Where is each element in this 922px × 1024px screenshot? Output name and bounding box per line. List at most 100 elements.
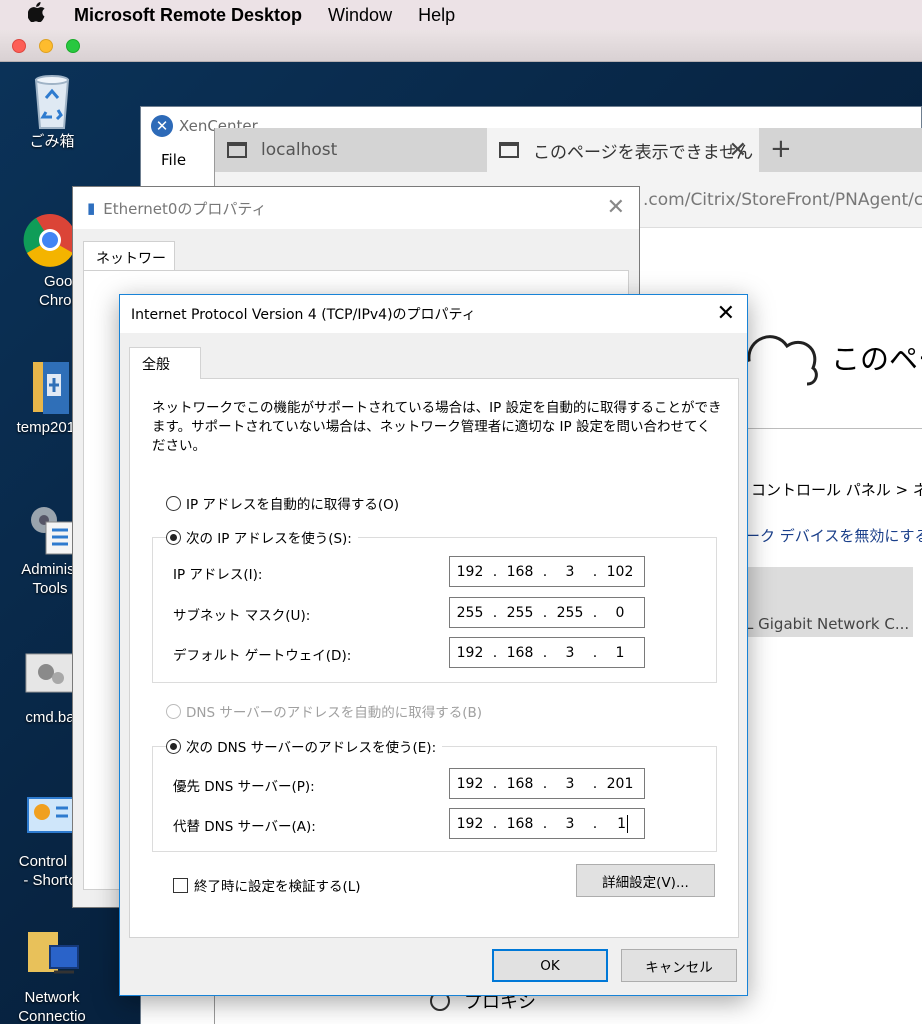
radio-label: 次の DNS サーバーのアドレスを使う(E): [186,740,437,756]
octet: 192 [456,563,484,580]
ip-address-label: IP アドレス(I): [173,567,263,583]
app-name-menu[interactable]: Microsoft Remote Desktop [74,5,302,26]
tab-general[interactable]: 全般 [129,347,201,379]
tab-label: localhost [261,140,338,160]
new-tab-icon[interactable]: + [770,134,792,164]
radio-button [166,738,181,754]
chrome-icon [22,212,78,268]
window-close-button[interactable] [12,39,26,53]
octet: 3 [565,815,575,832]
octet-separator: . [542,644,548,661]
window-minimize-button[interactable] [39,39,53,53]
octet: 255 [456,604,484,621]
xencenter-logo-icon: ✕ [151,115,173,137]
remote-desktop-titlebar[interactable] [0,30,922,62]
window-zoom-button[interactable] [66,39,80,53]
octet: 201 [606,775,634,792]
browser-tabstrip: localhost このページを表示できません ✕ + [215,128,922,172]
desktop-icon-recycle-bin[interactable]: ごみ箱 [2,72,102,151]
close-icon[interactable]: ✕ [717,301,735,326]
octet-separator: . [542,604,548,621]
octet: 192 [456,815,484,832]
apple-menu-icon[interactable] [27,2,48,28]
tab-page-error[interactable]: このページを表示できません ✕ [487,128,759,172]
octet-separator: . [542,563,548,580]
ethernet-dialog-titlebar[interactable]: ▮ Ethernet0のプロパティ [73,187,639,229]
default-gateway-field[interactable]: 192. 168. 3. 1 [449,637,645,668]
close-icon[interactable]: ✕ [607,195,625,220]
octet: 255 [556,604,584,621]
page-icon [499,142,519,158]
octet-separator: . [492,815,498,832]
ip-address-field[interactable]: 192. 168. 3. 102 [449,556,645,587]
disable-device-action[interactable]: ーク デバイスを無効にする [745,525,922,546]
tab-label: このページを表示できません [533,142,754,163]
octet-separator: . [592,644,598,661]
page-icon [227,142,247,158]
ok-button[interactable]: OK [492,949,608,982]
desktop-icon-label: Network Connectio [18,989,86,1024]
octet: 102 [606,563,634,580]
octet-separator: . [542,815,548,832]
octet: 1 [617,815,626,832]
radio-auto-ip[interactable]: IP アドレスを自動的に取得する(O) [166,493,406,513]
octet: 3 [565,644,575,661]
octet-separator: . [492,563,498,580]
mac-menubar: Microsoft Remote Desktop Window Help [0,0,922,30]
xencenter-menu-file[interactable]: File [161,151,186,169]
octet: 192 [456,775,484,792]
error-heading: このペー [831,342,922,376]
validate-on-exit-checkbox[interactable]: 終了時に設定を検証する(L) [173,875,361,895]
cancel-button[interactable]: キャンセル [621,949,737,982]
radio-manual-ip[interactable]: 次の IP アドレスを使う(S): [166,527,358,547]
octet: 168 [506,775,534,792]
octet-with-caret: 1 [600,814,640,833]
octet: 168 [506,815,534,832]
breadcrumb[interactable]: コントロール パネル > ネッ [751,479,922,500]
octet: 1 [615,644,625,661]
checkbox [173,877,188,893]
octet-separator: . [492,775,498,792]
network-adapter-item[interactable]: L Gigabit Network C... [725,567,913,637]
url-text: .com/Citrix/StoreFront/PNAgent/con [643,190,922,210]
admin-tools-icon [22,500,78,556]
radio-button [166,495,181,511]
menu-window[interactable]: Window [328,5,392,26]
batch-file-icon [22,648,78,704]
subnet-mask-field[interactable]: 255. 255. 255. 0 [449,597,645,628]
tab-network[interactable]: ネットワーク [83,241,175,287]
tab-localhost[interactable]: localhost [215,128,487,172]
default-gateway-label: デフォルト ゲートウェイ(D): [173,648,352,664]
network-connections-icon [24,928,80,984]
octet: 168 [506,563,534,580]
description-text: ネットワークでこの機能がサポートされている場合は、IP 設定を自動的に取得するこ… [152,400,722,454]
radio-manual-dns[interactable]: 次の DNS サーバーのアドレスを使う(E): [166,736,443,756]
octet-separator: . [592,815,598,832]
advanced-button[interactable]: 詳細設定(V)... [576,864,715,897]
radio-button [166,703,181,719]
octet: 3 [565,563,575,580]
menu-help[interactable]: Help [418,5,455,26]
ipv4-dialog-titlebar[interactable]: Internet Protocol Version 4 (TCP/IPv4)のプ… [120,295,747,333]
radio-button [166,529,181,545]
octet: 3 [565,775,575,792]
desktop-icon-network[interactable]: Network Connectio [2,928,102,1024]
radio-label: IP アドレスを自動的に取得する(O) [186,497,400,513]
network-adapter-icon: ▮ [87,199,96,217]
octet: 0 [615,604,625,621]
recycle-bin-icon [24,72,80,129]
tab-close-icon[interactable]: ✕ [729,138,747,163]
general-tab-panel: ネットワークでこの機能がサポートされている場合は、IP 設定を自動的に取得するこ… [129,378,739,938]
alternate-dns-field[interactable]: 192. 168. 3. 1 [449,808,645,839]
preferred-dns-label: 優先 DNS サーバー(P): [173,779,315,795]
octet-separator: . [492,604,498,621]
octet-separator: . [492,644,498,661]
checkbox-label: 終了時に設定を検証する(L) [194,879,361,895]
octet-separator: . [592,604,598,621]
ipv4-properties-dialog: Internet Protocol Version 4 (TCP/IPv4)のプ… [119,294,748,996]
octet-separator: . [542,775,548,792]
octet: 255 [506,604,534,621]
preferred-dns-field[interactable]: 192. 168. 3. 201 [449,768,645,799]
alternate-dns-label: 代替 DNS サーバー(A): [173,819,316,835]
radio-label: 次の IP アドレスを使う(S): [186,531,352,547]
